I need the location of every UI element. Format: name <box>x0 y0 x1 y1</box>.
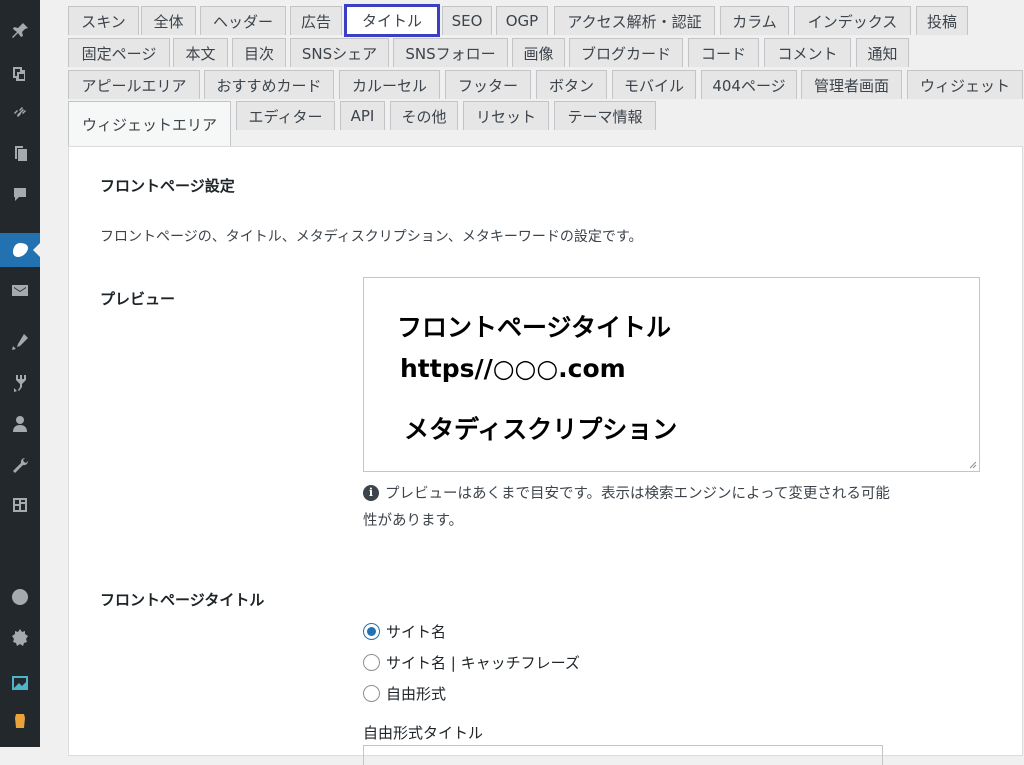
tab-carousel[interactable]: カルーセル <box>339 70 440 99</box>
radio-site-name-catchphrase[interactable]: サイト名 | キャッチフレーズ <box>363 652 580 673</box>
tab-ogp[interactable]: OGP <box>496 6 548 35</box>
preview-title: フロントページタイトル <box>397 313 672 342</box>
preview-note: i プレビューはあくまで目安です。表示は検索エンジンによって変更される可能 性が… <box>363 482 983 530</box>
tab-ads[interactable]: 広告 <box>290 6 342 35</box>
radio-site-name[interactable]: サイト名 <box>363 621 446 642</box>
tab-skin[interactable]: スキン <box>68 6 139 35</box>
tab-seo[interactable]: SEO <box>442 6 492 35</box>
plugin-icon-2[interactable] <box>9 626 31 648</box>
radio-site-name-control[interactable] <box>363 623 380 640</box>
tab-404[interactable]: 404ページ <box>701 70 797 99</box>
info-icon: i <box>363 484 379 501</box>
tab-analytics[interactable]: アクセス解析・認証 <box>554 6 715 35</box>
plugins-icon[interactable] <box>9 372 31 394</box>
admin-sidebar <box>0 0 41 747</box>
plugin-icon-4[interactable] <box>9 710 31 732</box>
tab-button[interactable]: ボタン <box>536 70 607 99</box>
section-description: フロントページの、タイトル、メタディスクリプション、メタキーワードの設定です。 <box>100 229 643 245</box>
tab-post[interactable]: 投稿 <box>916 6 968 35</box>
tab-api[interactable]: API <box>340 101 385 130</box>
tab-footer[interactable]: フッター <box>445 70 531 99</box>
users-icon[interactable] <box>9 413 31 435</box>
preview-label: プレビュー <box>100 290 176 308</box>
tab-sns-share[interactable]: SNSシェア <box>290 38 389 67</box>
tab-header[interactable]: ヘッダー <box>200 6 286 35</box>
pages-icon[interactable] <box>9 142 31 164</box>
comments-icon[interactable] <box>9 183 31 205</box>
tab-reset[interactable]: リセット <box>463 101 549 130</box>
radio-free-form-label: 自由形式 <box>386 685 447 703</box>
radio-site-name-catchphrase-label: サイト名 | キャッチフレーズ <box>386 654 580 672</box>
preview-box: フロントページタイトル https//○○○.com メタディスクリプション <box>363 277 980 472</box>
tab-theme-info[interactable]: テーマ情報 <box>554 101 656 130</box>
tab-editor[interactable]: エディター <box>236 101 335 130</box>
tab-fixed-page[interactable]: 固定ページ <box>68 38 170 67</box>
tab-column[interactable]: カラム <box>720 6 789 35</box>
tab-recommend-card[interactable]: おすすめカード <box>204 70 334 99</box>
tab-toc[interactable]: 目次 <box>232 38 286 67</box>
radio-site-name-catchphrase-control[interactable] <box>363 654 380 671</box>
mail-icon[interactable] <box>9 279 31 301</box>
preview-description: メタディスクリプション <box>404 415 678 444</box>
tab-blog-card[interactable]: ブログカード <box>569 38 683 67</box>
tab-notification[interactable]: 通知 <box>856 38 909 67</box>
theme-icon[interactable] <box>9 239 31 261</box>
tab-sns-follow[interactable]: SNSフォロー <box>393 38 508 67</box>
tab-body[interactable]: 本文 <box>173 38 228 67</box>
tab-mobile[interactable]: モバイル <box>612 70 696 99</box>
tab-image[interactable]: 画像 <box>512 38 565 67</box>
pin-icon[interactable] <box>9 20 31 42</box>
tab-other[interactable]: その他 <box>390 101 458 130</box>
plugin-icon-3[interactable] <box>9 672 31 694</box>
plugin-icon-1[interactable] <box>9 586 31 608</box>
appearance-icon[interactable] <box>9 331 31 353</box>
media-icon[interactable] <box>9 63 31 85</box>
tab-general[interactable]: 全体 <box>141 6 196 35</box>
section-title: フロントページ設定 <box>100 177 235 195</box>
radio-free-form[interactable]: 自由形式 <box>363 683 446 704</box>
tab-code[interactable]: コード <box>688 38 759 67</box>
free-title-label: 自由形式タイトル <box>363 724 484 742</box>
tab-widget[interactable]: ウィジェット <box>907 70 1023 99</box>
tab-title[interactable]: タイトル <box>344 4 440 37</box>
settings-panel: フロントページ設定 フロントページの、タイトル、メタディスクリプション、メタキー… <box>68 146 1023 765</box>
link-icon[interactable] <box>9 101 31 123</box>
resize-handle-icon[interactable] <box>967 459 977 469</box>
preview-url: https//○○○.com <box>400 354 626 383</box>
tab-widget-area[interactable]: ウィジェットエリア <box>68 101 231 146</box>
tools-icon[interactable] <box>9 455 31 477</box>
preview-note-line2: 性があります。 <box>363 513 464 529</box>
front-title-label: フロントページタイトル <box>100 591 265 609</box>
tab-index[interactable]: インデックス <box>794 6 911 35</box>
preview-note-line1: プレビューはあくまで目安です。表示は検索エンジンによって変更される可能 <box>385 486 890 502</box>
radio-free-form-control[interactable] <box>363 685 380 702</box>
tab-appeal-area[interactable]: アピールエリア <box>68 70 200 99</box>
tab-comment[interactable]: コメント <box>764 38 851 67</box>
radio-site-name-label: サイト名 <box>386 623 447 641</box>
settings-icon[interactable] <box>9 494 31 516</box>
free-title-input[interactable] <box>363 745 883 765</box>
tab-admin-screen[interactable]: 管理者画面 <box>801 70 902 99</box>
